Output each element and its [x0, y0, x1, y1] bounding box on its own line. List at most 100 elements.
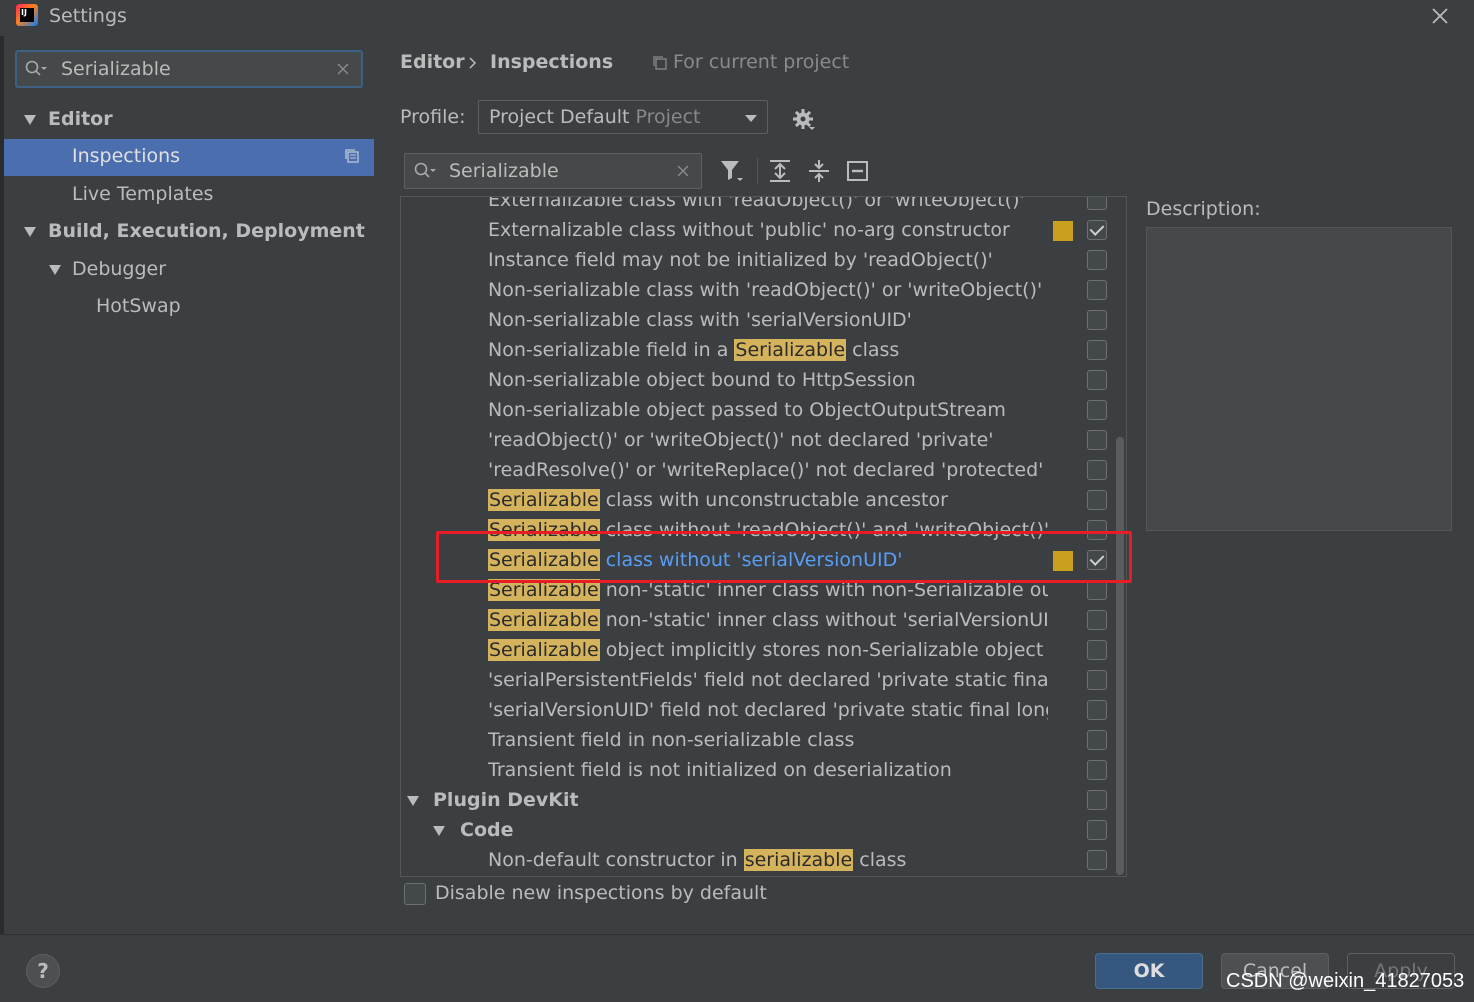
checkbox[interactable]	[1087, 670, 1107, 690]
inspection-row[interactable]: Serializable class without 'readObject()…	[401, 516, 1126, 546]
checkbox[interactable]	[1087, 850, 1107, 870]
inspection-label: Serializable class with unconstructable …	[488, 489, 948, 511]
inspection-row[interactable]: Externalizable class without 'public' no…	[401, 216, 1126, 246]
inspection-row[interactable]: Non-serializable class with 'serialVersi…	[401, 306, 1126, 336]
profile-dropdown[interactable]: Project Default Project	[478, 100, 768, 134]
checkbox[interactable]	[1087, 790, 1107, 810]
watermark: CSDN @weixin_41827053	[1226, 970, 1465, 992]
checkbox[interactable]	[1087, 310, 1107, 330]
checkbox[interactable]	[1087, 820, 1107, 840]
inspection-label: Serializable class without 'readObject()…	[488, 519, 1048, 541]
reset-icon[interactable]	[844, 157, 872, 185]
inspection-filter[interactable]	[404, 153, 702, 189]
checkbox[interactable]	[1087, 460, 1107, 480]
sidebar-item-inspections-selected[interactable]	[4, 139, 374, 176]
checkbox[interactable]	[1087, 280, 1107, 300]
group-label: Plugin DevKit	[433, 789, 579, 811]
inspection-row[interactable]: Non-serializable class with 'readObject(…	[401, 276, 1126, 306]
app-icon: IJ	[16, 4, 38, 26]
sidebar-item-editor[interactable]: Editor	[48, 108, 113, 130]
checkbox[interactable]	[1087, 700, 1107, 720]
inspection-label: Non-serializable field in a Serializable…	[488, 339, 900, 361]
title-bar: IJ Settings	[0, 0, 1474, 36]
inspection-row[interactable]: Externalizable class with 'readObject()'…	[401, 196, 1126, 216]
inspection-label: Non-default constructor in serializable …	[488, 849, 907, 871]
gear-icon[interactable]	[792, 108, 816, 132]
filter-icon[interactable]	[718, 157, 746, 185]
checkbox[interactable]	[1087, 370, 1107, 390]
group-label: Code	[460, 819, 514, 841]
disable-new-inspections-label[interactable]: Disable new inspections by default	[435, 882, 767, 904]
close-icon[interactable]	[1428, 4, 1452, 28]
inspection-tree[interactable]: Externalizable class with 'readObject()'…	[400, 196, 1127, 877]
checkbox[interactable]	[1087, 550, 1107, 570]
checkbox[interactable]	[1087, 730, 1107, 750]
inspection-row[interactable]: Transient field in non-serializable clas…	[401, 726, 1126, 756]
breadcrumb-inspections: Inspections	[490, 51, 614, 73]
expand-arrow-icon[interactable]	[24, 227, 36, 237]
inspection-row[interactable]: Serializable non-'static' inner class wi…	[401, 576, 1126, 606]
description-label: Description:	[1146, 198, 1261, 220]
inspection-label: Serializable non-'static' inner class wi…	[488, 579, 1048, 601]
expand-all-icon[interactable]	[766, 157, 794, 185]
disable-new-inspections-checkbox[interactable]	[404, 883, 426, 905]
inspection-row[interactable]: Transient field is not initialized on de…	[401, 756, 1126, 786]
expand-arrow-icon[interactable]	[49, 265, 61, 275]
inspection-row[interactable]: Serializable class with unconstructable …	[401, 486, 1126, 516]
help-button[interactable]: ?	[26, 954, 60, 988]
settings-search-input[interactable]	[61, 57, 331, 81]
sidebar-item-build[interactable]: Build, Execution, Deployment	[48, 220, 365, 242]
description-panel	[1146, 227, 1452, 531]
inspection-row[interactable]: Non-default constructor in serializable …	[401, 846, 1126, 876]
group-code[interactable]: Code	[401, 816, 1126, 846]
scope-note: For current project	[673, 51, 850, 73]
clear-icon[interactable]	[335, 61, 351, 77]
checkbox[interactable]	[1087, 640, 1107, 660]
checkbox[interactable]	[1087, 340, 1107, 360]
inspection-filter-input[interactable]	[449, 159, 669, 183]
search-icon	[414, 162, 436, 178]
checkbox[interactable]	[1087, 760, 1107, 780]
sidebar-item-live-templates[interactable]: Live Templates	[72, 183, 213, 205]
group-plugin-devkit[interactable]: Plugin DevKit	[401, 786, 1126, 816]
clear-icon[interactable]	[675, 163, 691, 179]
inspection-row[interactable]: Serializable non-'static' inner class wi…	[401, 606, 1126, 636]
settings-search[interactable]	[15, 50, 363, 88]
inspection-row[interactable]: Serializable object implicitly stores no…	[401, 636, 1126, 666]
inspection-row[interactable]: 'readResolve()' or 'writeReplace()' not …	[401, 456, 1126, 486]
checkbox[interactable]	[1087, 430, 1107, 450]
inspection-label: 'serialVersionUID' field not declared 'p…	[488, 699, 1048, 721]
inspection-label: Externalizable class with 'readObject()'…	[488, 196, 1025, 211]
inspection-row[interactable]: 'serialPersistentFields' field not decla…	[401, 666, 1126, 696]
inspection-row-selected[interactable]: Serializable class without 'serialVersio…	[401, 546, 1126, 576]
breadcrumb-editor[interactable]: Editor	[400, 51, 465, 73]
checkbox[interactable]	[1087, 520, 1107, 540]
inspection-label: Serializable object implicitly stores no…	[488, 639, 1044, 661]
ok-button[interactable]: OK	[1095, 953, 1203, 989]
expand-arrow-icon[interactable]	[24, 115, 36, 125]
expand-arrow-icon[interactable]	[407, 796, 419, 806]
inspection-row[interactable]: 'serialVersionUID' field not declared 'p…	[401, 696, 1126, 726]
inspection-label: Non-serializable object bound to HttpSes…	[488, 369, 916, 391]
expand-arrow-icon[interactable]	[433, 826, 445, 836]
inspection-row[interactable]: Non-serializable object passed to Object…	[401, 396, 1126, 426]
profile-sub: Project	[635, 106, 701, 128]
sidebar-item-hotswap[interactable]: HotSwap	[96, 295, 181, 317]
inspection-label: 'readObject()' or 'writeObject()' not de…	[488, 429, 994, 451]
checkbox[interactable]	[1087, 250, 1107, 270]
sidebar-item-inspections[interactable]: Inspections	[72, 145, 180, 167]
sidebar-item-debugger[interactable]: Debugger	[72, 258, 166, 280]
profile-value: Project Default	[489, 106, 630, 128]
checkbox[interactable]	[1087, 400, 1107, 420]
inspection-row[interactable]: Non-serializable object bound to HttpSes…	[401, 366, 1126, 396]
checkbox[interactable]	[1087, 490, 1107, 510]
inspection-row[interactable]: 'readObject()' or 'writeObject()' not de…	[401, 426, 1126, 456]
copy-icon	[653, 56, 667, 70]
checkbox[interactable]	[1087, 197, 1107, 210]
checkbox[interactable]	[1087, 610, 1107, 630]
collapse-all-icon[interactable]	[805, 157, 833, 185]
inspection-row[interactable]: Instance field may not be initialized by…	[401, 246, 1126, 276]
checkbox[interactable]	[1087, 580, 1107, 600]
checkbox[interactable]	[1087, 220, 1107, 240]
inspection-row[interactable]: Non-serializable field in a Serializable…	[401, 336, 1126, 366]
